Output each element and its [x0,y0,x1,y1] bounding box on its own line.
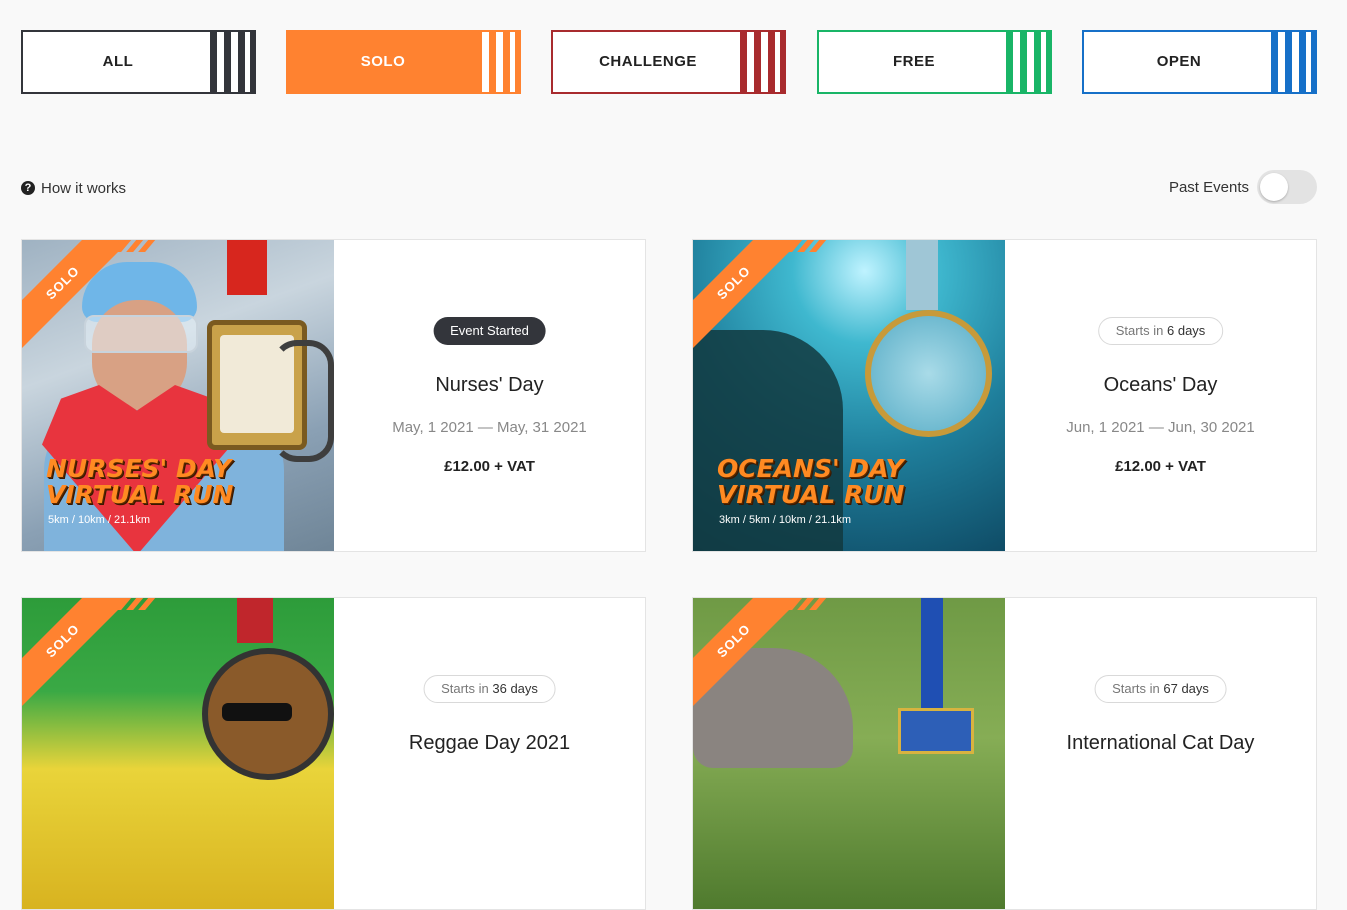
event-image: SOLO [693,598,1005,909]
stripes-decoration [475,32,519,92]
filter-free-tab[interactable]: FREE [817,30,1052,94]
event-image: SOLO OCEANS' DAY VIRTUAL RUN 3km / 5km /… [693,240,1005,551]
past-events-label: Past Events [1168,178,1249,196]
medal-strap [237,598,273,643]
filter-all-tab[interactable]: ALL [21,30,256,94]
stripes-decoration [114,598,160,610]
past-events-control: Past Events [1169,170,1317,204]
event-card-international-cat-day[interactable]: SOLO Starts in 67 days International Cat… [692,597,1317,910]
event-image: SOLO [22,598,334,909]
event-art-distances: 5km / 10km / 21.1km [48,514,151,526]
event-title[interactable]: International Cat Day [1005,732,1316,755]
filter-challenge-tab[interactable]: CHALLENGE [551,30,786,94]
filter-free-label: FREE [892,53,935,70]
toggle-knob [1260,173,1288,201]
event-info: Starts in 67 days International Cat Day [1005,598,1316,909]
stripes-decoration [785,240,831,252]
status-badge: Starts in 6 days [1097,317,1224,345]
how-it-works-label: How it works [41,179,127,197]
medal-icon [898,708,974,754]
event-title[interactable]: Oceans' Day [1005,374,1316,397]
event-art-distances: 3km / 5km / 10km / 21.1km [719,514,852,526]
medal-icon [865,310,992,437]
medal-strap [921,598,943,708]
how-it-works-link[interactable]: ? How it works [21,178,126,198]
event-card-nurses-day[interactable]: SOLO NURSES' DAY VIRTUAL RUN 5km / 10km … [21,239,646,552]
medal-strap [906,240,938,310]
stripes-decoration [740,32,784,92]
status-badge: Starts in 67 days [1094,675,1227,703]
question-circle-icon: ? [21,181,35,195]
filter-solo-tab[interactable]: SOLO [286,30,521,94]
filter-all-label: ALL [102,53,134,70]
event-dates: May, 1 2021 — May, 31 2021 [392,419,587,436]
event-info: Starts in 6 days Oceans' Day Jun, 1 2021… [1005,240,1316,551]
event-title[interactable]: Nurses' Day [334,374,645,397]
event-art-title: NURSES' DAY VIRTUAL RUN [46,454,234,509]
stripes-decoration [1271,32,1315,92]
filter-challenge-label: CHALLENGE [599,53,697,70]
event-art-title: OCEANS' DAY VIRTUAL RUN [717,454,905,509]
sunglasses-icon [222,703,292,721]
event-title[interactable]: Reggae Day 2021 [334,732,645,755]
event-type-filter: ALL SOLO CHALLENGE FREE OPEN [21,30,1317,94]
event-dates: Jun, 1 2021 — Jun, 30 2021 [1066,419,1255,436]
past-events-toggle[interactable] [1257,170,1317,204]
event-info: Starts in 36 days Reggae Day 2021 [334,598,645,909]
filter-open-tab[interactable]: OPEN [1082,30,1317,94]
status-badge: Starts in 36 days [423,675,556,703]
stripes-decoration [785,598,831,610]
event-info: Event Started Nurses' Day May, 1 2021 — … [334,240,645,551]
nurse-glasses [84,315,198,353]
stripes-decoration [114,240,160,252]
stripes-decoration [210,32,254,92]
event-price: £12.00 + VAT [444,458,535,475]
event-card-oceans-day[interactable]: SOLO OCEANS' DAY VIRTUAL RUN 3km / 5km /… [692,239,1317,552]
medal-strap [227,240,267,295]
filter-open-label: OPEN [1156,53,1202,70]
event-card-reggae-day[interactable]: SOLO Starts in 36 days Reggae Day 2021 [21,597,646,910]
solo-ribbon: SOLO [22,598,136,714]
event-image: SOLO NURSES' DAY VIRTUAL RUN 5km / 10km … [22,240,334,551]
status-badge: Event Started [433,317,546,345]
event-price: £12.00 + VAT [1115,458,1206,475]
stethoscope-icon [272,340,334,462]
filter-solo-label: SOLO [360,53,406,70]
stripes-decoration [1006,32,1050,92]
